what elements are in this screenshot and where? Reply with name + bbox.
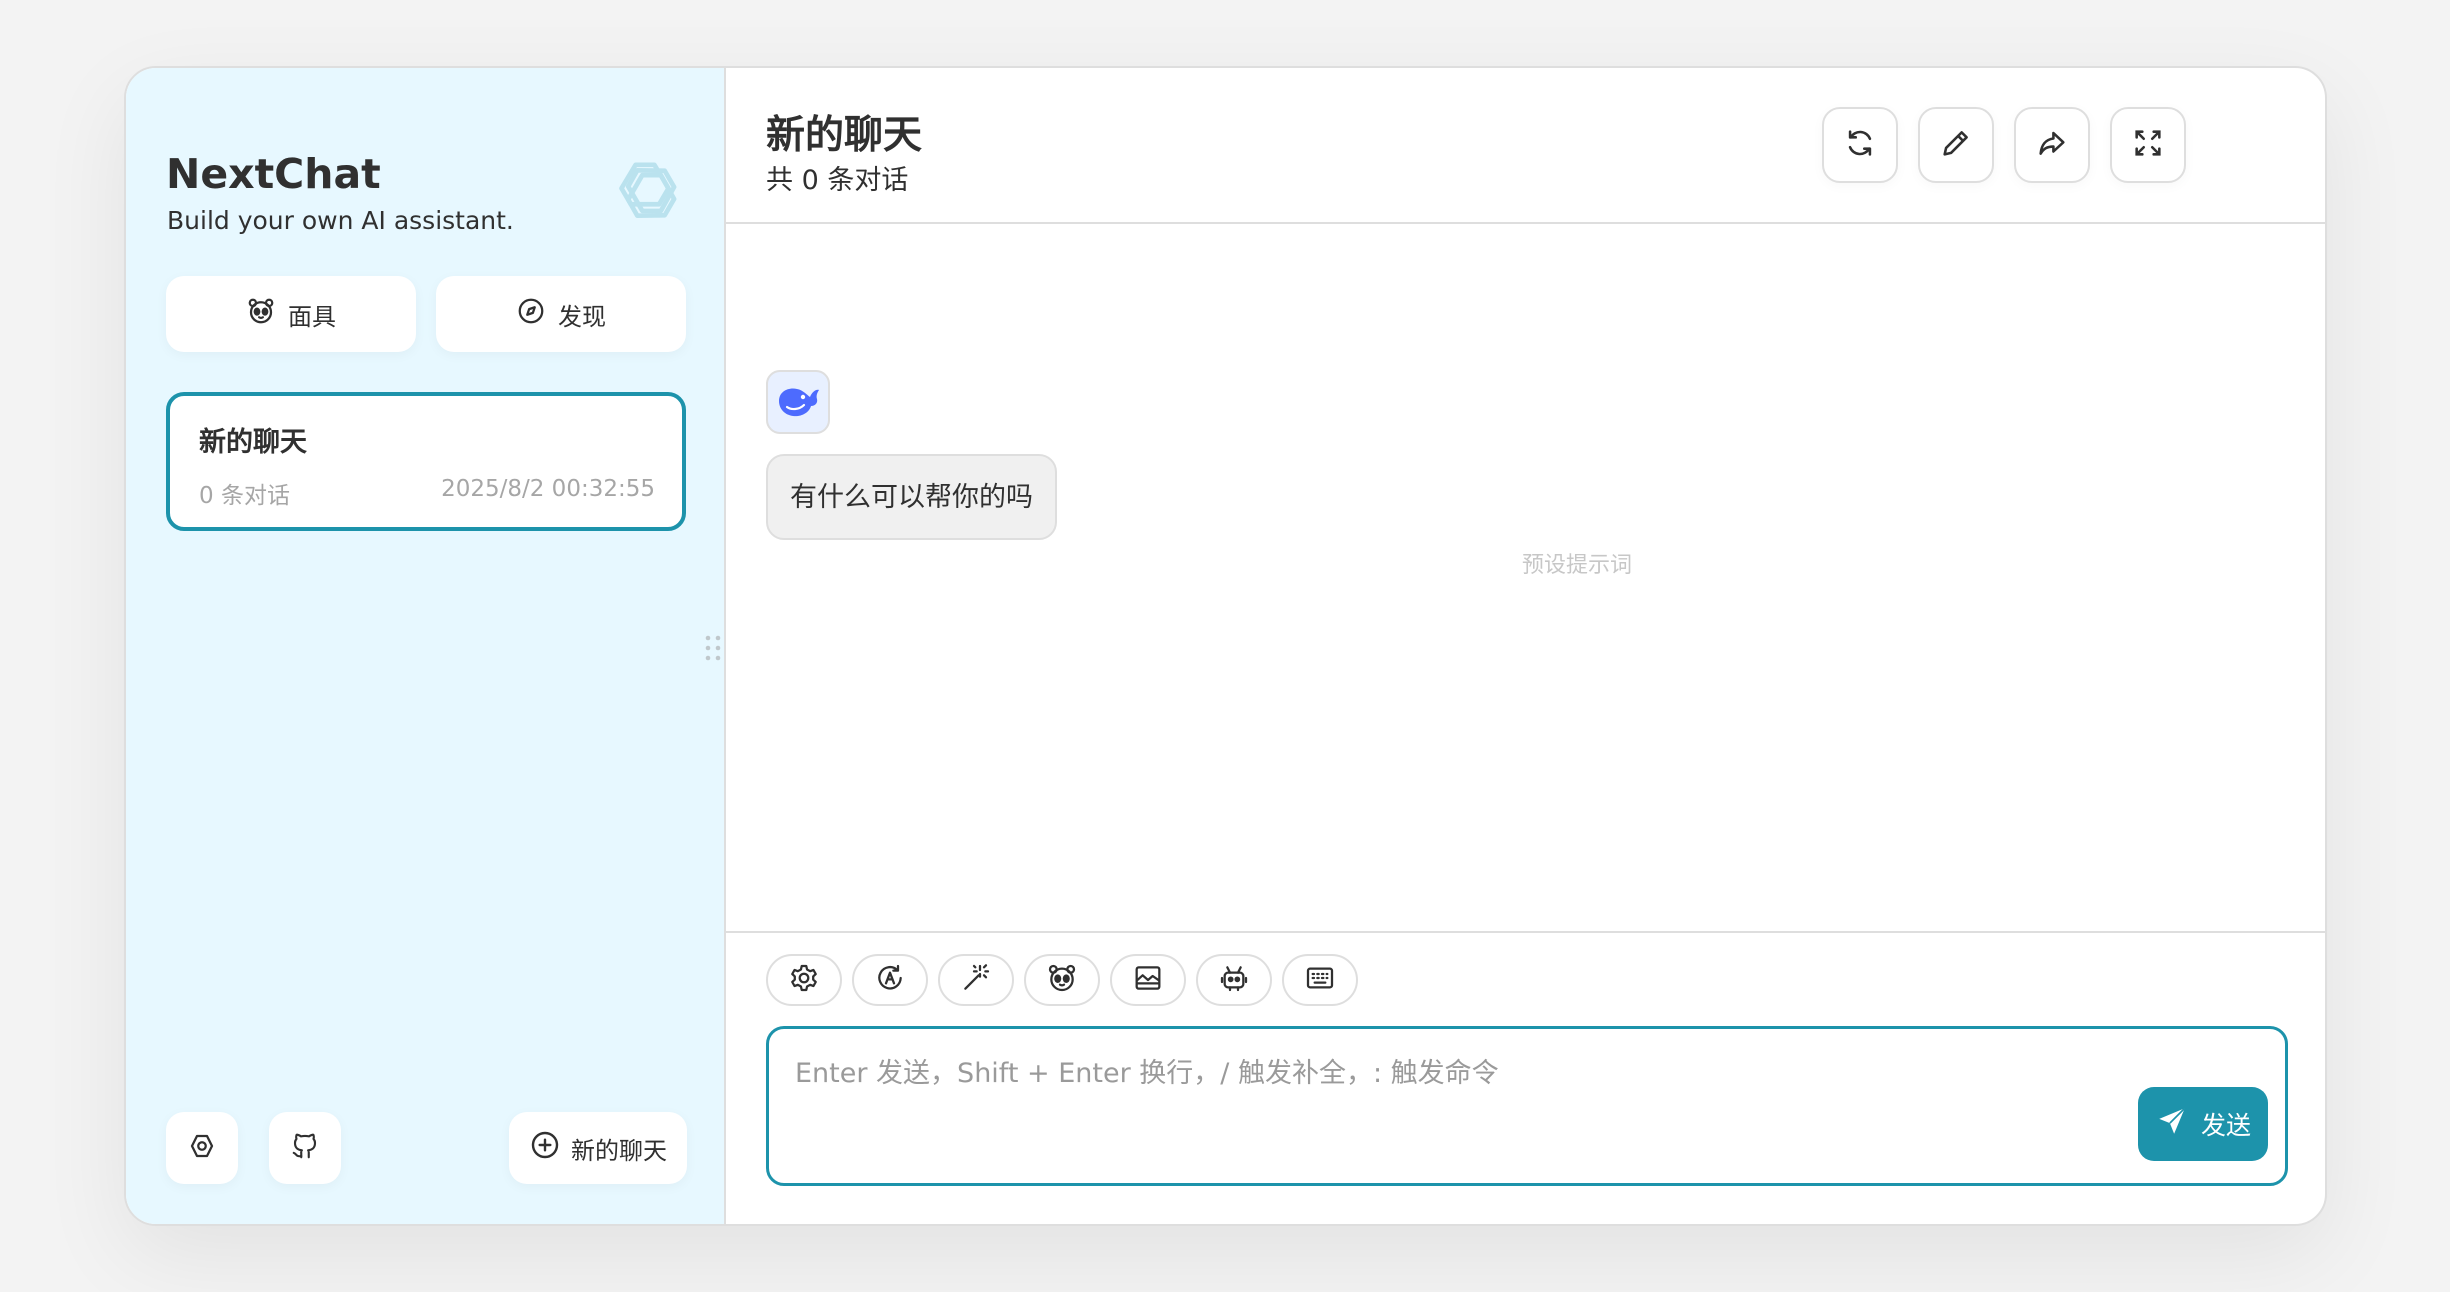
share-button[interactable] <box>2014 107 2090 183</box>
send-icon <box>2155 1104 2189 1144</box>
send-label: 发送 <box>2200 1111 2251 1140</box>
assistant-message-bubble: 有什么可以帮你的吗 <box>766 454 1057 540</box>
chat-subtitle: 共 0 条对话 <box>766 165 909 196</box>
refresh-icon <box>1843 126 1877 164</box>
edit-icon <box>1939 126 1973 164</box>
add-icon <box>529 1129 561 1167</box>
share-icon <box>2035 126 2069 164</box>
robot-icon <box>1218 962 1250 998</box>
discover-button-label: 发现 <box>558 302 606 331</box>
discover-icon <box>516 296 546 332</box>
model-icon <box>874 962 906 998</box>
chat-header: 新的聊天 共 0 条对话 <box>726 68 2325 224</box>
mask-button-label: 面具 <box>288 302 336 331</box>
sidebar-resize-handle[interactable] <box>704 634 722 662</box>
mask-icon <box>246 296 276 332</box>
chat-title[interactable]: 新的聊天 <box>766 104 922 160</box>
sidebar: NextChat Build your own AI assistant. 面具… <box>126 68 726 1224</box>
magic-wand-icon <box>960 962 992 998</box>
message-tag: 预设提示词 <box>1522 553 1633 578</box>
github-icon <box>290 1131 320 1165</box>
mask-icon <box>1046 962 1078 998</box>
mask-button[interactable]: 面具 <box>166 276 416 352</box>
app-title: NextChat <box>166 150 381 198</box>
chat-settings-button[interactable] <box>766 954 842 1006</box>
settings-button[interactable] <box>166 1112 238 1184</box>
send-button[interactable]: 发送 <box>2138 1087 2268 1161</box>
chat-item-date: 2025/8/2 00:32:55 <box>441 476 655 502</box>
switch-model-button[interactable] <box>852 954 928 1006</box>
fullscreen-button[interactable] <box>2110 107 2186 183</box>
app-subtitle: Build your own AI assistant. <box>167 206 514 235</box>
new-chat-label: 新的聊天 <box>571 1136 667 1165</box>
deepseek-whale-icon <box>766 370 830 434</box>
chat-item-title: 新的聊天 <box>199 427 307 458</box>
chat-main: 新的聊天 共 0 条对话 有什么可以帮你的吗 预设提示词 Enter 发送，Sh… <box>726 68 2325 1224</box>
plugin-button[interactable] <box>1196 954 1272 1006</box>
refresh-button[interactable] <box>1822 107 1898 183</box>
chat-input[interactable] <box>769 1029 2285 1183</box>
fullscreen-icon <box>2131 126 2165 164</box>
chat-list-item[interactable]: 新的聊天 0 条对话 2025/8/2 00:32:55 <box>166 392 686 531</box>
app-window: NextChat Build your own AI assistant. 面具… <box>124 66 2327 1226</box>
edit-button[interactable] <box>1918 107 1994 183</box>
message-list: 有什么可以帮你的吗 预设提示词 <box>726 226 2325 931</box>
chat-input-box: 发送 <box>766 1026 2288 1186</box>
settings-icon <box>788 962 820 998</box>
keyboard-icon <box>1304 962 1336 998</box>
shortcut-keys-button[interactable] <box>1282 954 1358 1006</box>
upload-image-button[interactable] <box>1110 954 1186 1006</box>
openai-icon <box>598 146 692 240</box>
image-icon <box>1132 962 1164 998</box>
settings-icon <box>187 1131 217 1165</box>
new-chat-button[interactable]: 新的聊天 <box>509 1112 687 1184</box>
github-button[interactable] <box>269 1112 341 1184</box>
prompt-button[interactable] <box>938 954 1014 1006</box>
chat-input-panel: 发送 <box>726 931 2325 1224</box>
discover-button[interactable]: 发现 <box>436 276 686 352</box>
chat-item-count: 0 条对话 <box>199 483 290 509</box>
mask-select-button[interactable] <box>1024 954 1100 1006</box>
